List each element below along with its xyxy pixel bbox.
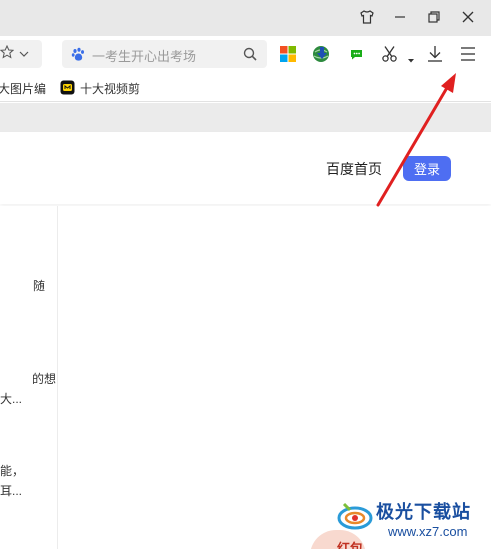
baidu-paw-icon [71,47,86,67]
baidu-home-link[interactable]: 百度首页 [326,159,382,179]
bookmark-item[interactable]: 十大视频剪 [80,80,140,97]
title-bar [0,0,491,36]
menu-icon[interactable] [458,44,478,64]
minimize-icon[interactable] [387,6,413,28]
search-placeholder: 一考生开心出考场 [92,49,197,64]
list-item[interactable]: 随 [33,277,45,295]
search-icon[interactable] [242,46,258,67]
list-item[interactable]: 大... [0,390,22,408]
list-item[interactable]: 耳... [0,482,22,500]
globe-download-icon[interactable] [311,44,331,64]
apps-grid-icon[interactable] [278,44,298,64]
watermark-url: www.xz7.com [388,524,468,539]
star-icon[interactable] [0,44,15,64]
close-icon[interactable] [455,6,481,28]
chat-bubble-icon[interactable] [347,44,367,64]
restore-icon[interactable] [421,6,447,28]
watermark-logo-icon [336,498,374,539]
page-header: 百度首页 登录 [0,132,491,204]
bookmark-item[interactable]: 大图片编 [0,80,46,97]
bookmark-favicon-icon [60,80,75,100]
list-item[interactable]: 的想 [32,370,56,388]
shirt-skin-icon[interactable] [354,6,380,28]
tab-strip [0,103,491,132]
scissors-icon[interactable] [380,44,400,64]
download-icon[interactable] [425,44,445,64]
login-button[interactable]: 登录 [403,156,451,181]
chevron-down-icon[interactable] [18,47,30,65]
caret-down-icon[interactable] [407,51,415,69]
list-item[interactable]: 能， [0,462,24,480]
watermark: 极光下载站 www.xz7.com [330,494,491,549]
news-list: 随 的想 大... 能， 耳... [0,206,58,549]
search-input[interactable]: 一考生开心出考场 [62,40,267,68]
address-bar[interactable] [0,40,42,68]
bookmarks-bar: 大图片编 十大视频剪 [0,72,491,102]
watermark-title: 极光下载站 [376,502,471,522]
browser-toolbar: 一考生开心出考场 [0,36,491,72]
